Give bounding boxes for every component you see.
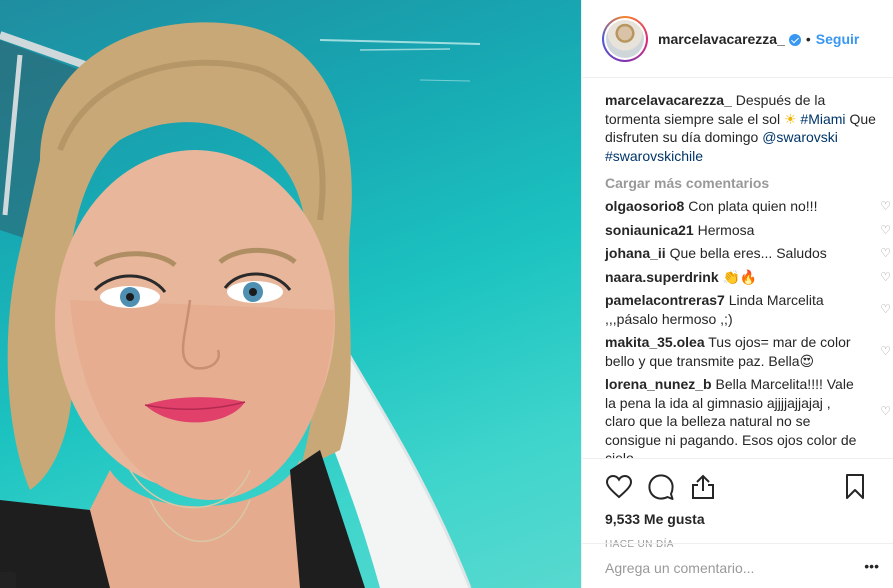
post-photo[interactable] [0,0,581,588]
comment-text: 👏🔥 [722,268,758,285]
like-comment-heart-icon[interactable]: ♡ [880,247,891,259]
like-comment-heart-icon[interactable]: ♡ [880,224,891,236]
comment-item: naara.superdrink 👏🔥 ♡ [605,268,893,287]
share-icon[interactable] [689,473,717,501]
comment-username[interactable]: soniaunica21 [605,222,694,238]
avatar[interactable] [602,15,648,62]
likes-count[interactable]: 9,533 Me gusta [605,511,877,527]
comment-bubble-icon[interactable] [647,473,675,501]
more-options-icon[interactable]: ••• [864,558,879,574]
comment-username[interactable]: makita_35.olea [605,334,705,350]
photo-options-corner[interactable] [0,572,16,588]
avatar-image [606,19,644,58]
comment-text: Hermosa [697,221,755,238]
comment-item: makita_35.olea Tus ojos= mar de color be… [605,333,893,370]
comment-item: johana_ii Que bella eres... Saludos ♡ [605,244,893,263]
photo-illustration [0,22,481,588]
comment-username[interactable]: naara.superdrink [605,269,719,285]
header-separator: • [805,30,811,47]
caption-hashtag-miami[interactable]: #Miami [800,111,845,127]
comment-item: olgaosorio8 Con plata quien no!!! ♡ [605,197,893,216]
like-comment-heart-icon[interactable]: ♡ [880,200,891,212]
post-caption: marcelavacarezza_ Después de la tormenta… [605,91,881,165]
caption-mention-swarovski[interactable]: @swarovski [762,129,838,145]
caption-hashtag-swarovskichile[interactable]: #swarovskichile [605,148,703,164]
comment-item: pamelacontreras7 Linda Marcelita ,,,pása… [605,291,893,328]
post-header: marcelavacarezza_ • Seguir [582,0,893,78]
comment-item: lorena_nunez_b Bella Marcelita!!!! Vale … [605,375,893,458]
sun-emoji-icon: ☀ [783,110,797,127]
verified-badge-icon [788,33,801,46]
caption-username[interactable]: marcelavacarezza_ [605,92,732,108]
like-comment-heart-icon[interactable]: ♡ [880,405,891,417]
like-comment-heart-icon[interactable]: ♡ [880,271,891,283]
comment-username[interactable]: pamelacontreras7 [605,292,725,308]
action-icons-row [605,467,877,507]
post-actions: 9,533 Me gusta HACE UN DÍA [582,458,893,550]
add-comment-input[interactable]: Agrega un comentario... ••• [582,543,893,588]
comment-username[interactable]: olgaosorio8 [605,198,684,214]
follow-button[interactable]: Seguir [816,31,860,47]
comment-item: soniaunica21 Hermosa ♡ [605,221,893,240]
comment-text: Con plata quien no!!! [688,198,818,214]
like-comment-heart-icon[interactable]: ♡ [880,303,891,315]
comment-username[interactable]: johana_ii [605,245,666,261]
like-heart-icon[interactable] [605,473,633,501]
load-more-comments-button[interactable]: Cargar más comentarios [605,175,877,191]
comments-list[interactable]: marcelavacarezza_ Después de la tormenta… [582,79,893,458]
bookmark-icon[interactable] [841,473,869,501]
comment-username[interactable]: lorena_nunez_b [605,376,712,392]
like-comment-heart-icon[interactable]: ♡ [880,345,891,357]
header-username[interactable]: marcelavacarezza_ [658,31,785,47]
post-side-panel: marcelavacarezza_ • Seguir marcelavacare… [581,0,893,588]
comment-text: Que bella eres... Saludos [669,245,827,261]
add-comment-placeholder: Agrega un comentario... [605,560,755,576]
